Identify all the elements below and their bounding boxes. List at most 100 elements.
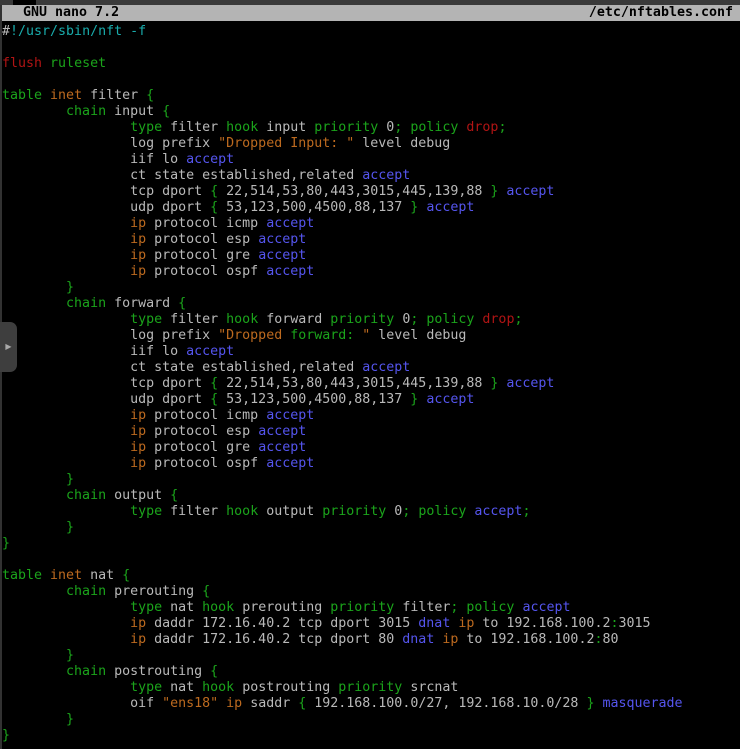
code-token: ip [458,616,474,631]
code-line [2,40,740,56]
code-token: accept [474,504,522,519]
code-token: ; [498,120,506,135]
code-token: log prefix [2,328,218,343]
code-token [2,488,66,503]
editor-content[interactable]: #!/usr/sbin/nft -f flush ruleset table ine… [0,21,740,744]
code-token [2,520,66,535]
code-token [2,632,130,647]
code-line: table inet nat { [2,568,740,584]
code-token: tcp dport [2,376,210,391]
code-token: nat [82,568,122,583]
code-line: ct state established,related accept [2,360,740,376]
code-line [2,72,740,88]
code-token: accept [258,248,306,263]
code-token: accept [506,184,554,199]
code-token: 22,514,53,80,443,3015,445,139,88 [218,376,490,391]
file-path-label: /etc/nftables.conf [589,5,733,21]
code-token: priority [330,312,394,327]
code-line: flush ruleset [2,56,740,72]
code-token: priority [314,120,378,135]
code-token: priority [330,600,394,615]
code-token: } [2,536,10,551]
nano-version-label: GNU nano 7.2 [7,5,119,21]
code-token: } [2,728,10,743]
code-line: ip protocol ospf accept [2,456,740,472]
code-token: policy [410,120,458,135]
code-token: oif [2,696,162,711]
code-line: } [2,536,740,552]
code-line: } [2,712,740,728]
code-token [2,216,130,231]
code-line: chain prerouting { [2,584,740,600]
code-line: } [2,280,740,296]
code-token: accept [362,168,410,183]
code-token [2,248,130,263]
code-token: input [258,120,314,135]
code-token: !/usr/sbin/nft -f [10,24,146,39]
code-line: type filter hook output priority 0; poli… [2,504,740,520]
code-token: ip [130,408,146,423]
code-token: } [66,648,74,663]
code-line: } [2,728,740,744]
code-token: { [162,104,170,119]
code-line: chain forward { [2,296,740,312]
code-token: log prefix [2,136,218,151]
code-token: chain [66,104,106,119]
code-token: type [130,312,162,327]
code-token [2,120,130,135]
code-token: iif lo [2,344,186,359]
code-token: prerouting [234,600,330,615]
expand-arrow-icon: ▶ [5,343,11,351]
code-token: { [210,200,218,215]
code-token: accept [506,376,554,391]
code-token: to 192.168.100.2 [458,632,594,647]
code-line: } [2,648,740,664]
code-token: } [66,520,74,535]
code-token [2,232,130,247]
code-token: input [106,104,162,119]
code-token: { [170,488,178,503]
code-token: type [130,504,162,519]
code-line: } [2,472,740,488]
code-token: type [130,600,162,615]
code-token: { [210,376,218,391]
code-line: ip protocol icmp accept [2,408,740,424]
code-token [2,456,130,471]
code-token [2,664,66,679]
code-token: filter [82,88,146,103]
code-token: forward [258,312,330,327]
code-line: ip protocol esp accept [2,424,740,440]
code-token: ip [130,248,146,263]
code-token: ct state established,related [2,360,362,375]
code-line: type nat hook postrouting priority srcna… [2,680,740,696]
code-token: priority [338,680,402,695]
code-token: filter [162,504,226,519]
code-token: # [2,24,10,39]
code-token: dnat [402,632,434,647]
code-line: chain input { [2,104,740,120]
code-token: ; [514,312,522,327]
code-token: filter [162,312,226,327]
code-token: { [146,88,154,103]
code-line: table inet filter { [2,88,740,104]
code-token: 22,514,53,80,443,3015,445,139,88 [218,184,490,199]
code-token: } [66,472,74,487]
code-token: { [210,184,218,199]
code-token [42,568,50,583]
code-token: forward: [290,328,354,343]
code-token: ip [130,264,146,279]
code-line: udp dport { 53,123,500,4500,88,137 } acc… [2,200,740,216]
code-token: protocol esp [146,232,258,247]
code-token: hook [226,504,258,519]
code-token: ip [226,696,242,711]
code-line: type filter hook forward priority 0; pol… [2,312,740,328]
code-token [42,88,50,103]
code-token: { [210,392,218,407]
code-line: ip daddr 172.16.40.2 tcp dport 80 dnat i… [2,632,740,648]
code-token: { [178,296,186,311]
code-line: iif lo accept [2,152,740,168]
novnc-control-bar-handle[interactable]: ▶ [0,322,17,372]
code-token: accept [266,264,314,279]
code-token: type [130,680,162,695]
code-token: nat [162,680,202,695]
